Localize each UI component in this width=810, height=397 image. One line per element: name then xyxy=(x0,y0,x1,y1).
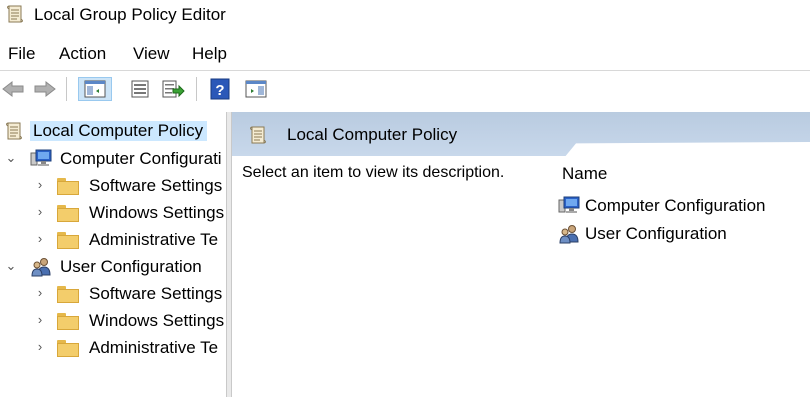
menu-bar: File Action View Help xyxy=(0,38,810,68)
chevron-right-icon[interactable]: › xyxy=(33,340,47,354)
show-hide-console-tree-button[interactable] xyxy=(78,77,112,101)
chevron-right-icon[interactable]: › xyxy=(33,313,47,327)
computer-icon xyxy=(30,149,52,169)
tree-item-label: Windows Settings xyxy=(89,203,225,222)
folder-icon xyxy=(57,232,79,252)
export-list-button[interactable] xyxy=(160,77,186,101)
properties-button[interactable] xyxy=(127,77,153,101)
column-header-name[interactable]: Name xyxy=(562,164,607,184)
chevron-right-icon[interactable]: › xyxy=(33,232,47,246)
help-icon: ? xyxy=(210,78,230,100)
folder-icon xyxy=(57,313,79,333)
tree-item-computer-administrative-templates[interactable]: › Administrative Te xyxy=(0,227,226,253)
menu-help[interactable]: Help xyxy=(192,44,227,64)
console-tree: Local Computer Policy ⌄ Computer Configu… xyxy=(0,112,226,397)
menu-action[interactable]: Action xyxy=(59,44,106,64)
toolbar-separator xyxy=(196,77,197,101)
show-hide-action-pane-button[interactable] xyxy=(243,77,269,101)
folder-icon xyxy=(57,178,79,198)
tree-item-label: Computer Configurati xyxy=(60,149,222,168)
show-hide-console-tree-icon xyxy=(84,80,106,98)
forward-arrow-icon xyxy=(34,80,56,98)
folder-icon xyxy=(57,340,79,360)
tree-item-user-software-settings[interactable]: › Software Settings xyxy=(0,281,226,307)
tree-item-label: Administrative Te xyxy=(89,230,219,249)
show-hide-action-pane-icon xyxy=(245,80,267,98)
tree-item-label: Administrative Te xyxy=(89,338,219,357)
chevron-right-icon[interactable]: › xyxy=(33,286,47,300)
folder-icon xyxy=(57,286,79,306)
toolbar: ? xyxy=(0,70,810,105)
chevron-down-icon[interactable]: ⌄ xyxy=(4,151,18,165)
list-item-label: User Configuration xyxy=(585,224,727,243)
tree-item-user-windows-settings[interactable]: › Windows Settings xyxy=(0,308,226,334)
menu-file[interactable]: File xyxy=(8,44,35,64)
menu-view[interactable]: View xyxy=(133,44,170,64)
tree-item-local-computer-policy[interactable]: Local Computer Policy xyxy=(0,118,226,144)
tree-item-user-administrative-templates[interactable]: › Administrative Te xyxy=(0,335,226,361)
back-arrow-icon xyxy=(2,80,24,98)
list-item-label: Computer Configuration xyxy=(585,196,766,215)
details-header: Local Computer Policy xyxy=(232,112,810,156)
tree-item-label: User Configuration xyxy=(60,257,202,276)
tree-item-label: Windows Settings xyxy=(89,311,225,330)
users-icon xyxy=(30,257,52,277)
forward-button[interactable] xyxy=(32,77,58,101)
tree-item-label: Software Settings xyxy=(89,284,223,303)
tree-item-label: Local Computer Policy xyxy=(30,121,208,141)
chevron-right-icon[interactable]: › xyxy=(33,178,47,192)
details-pane: Local Computer Policy Select an item to … xyxy=(232,112,810,397)
chevron-down-icon[interactable]: ⌄ xyxy=(4,259,18,273)
folder-icon xyxy=(57,205,79,225)
policy-scroll-icon xyxy=(3,121,25,141)
svg-text:?: ? xyxy=(215,82,224,99)
policy-scroll-icon xyxy=(248,125,268,145)
help-button[interactable]: ? xyxy=(207,77,233,101)
tree-item-computer-configuration[interactable]: ⌄ Computer Configurati xyxy=(0,146,226,172)
toolbar-separator xyxy=(66,77,67,101)
computer-icon xyxy=(558,196,580,216)
tree-item-user-configuration[interactable]: ⌄ User Configuration xyxy=(0,254,226,280)
title-bar: Local Group Policy Editor xyxy=(0,0,810,30)
export-list-icon xyxy=(162,80,185,98)
back-button[interactable] xyxy=(0,77,26,101)
tree-item-computer-windows-settings[interactable]: › Windows Settings xyxy=(0,200,226,226)
tree-item-label: Software Settings xyxy=(89,176,223,195)
tree-item-computer-software-settings[interactable]: › Software Settings xyxy=(0,173,226,199)
description-text: Select an item to view its description. xyxy=(242,164,505,181)
properties-icon xyxy=(131,80,149,98)
chevron-right-icon[interactable]: › xyxy=(33,205,47,219)
window-title: Local Group Policy Editor xyxy=(34,5,226,24)
details-title: Local Computer Policy xyxy=(287,125,458,144)
users-icon xyxy=(558,224,580,244)
policy-scroll-icon xyxy=(6,4,24,24)
